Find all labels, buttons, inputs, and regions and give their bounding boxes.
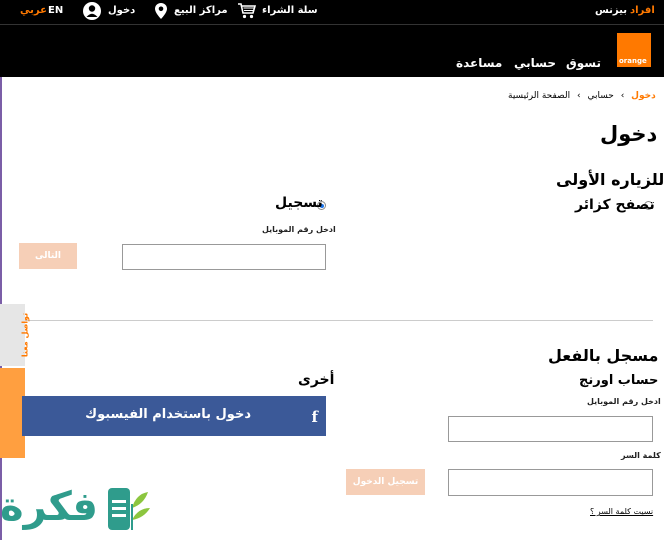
facebook-icon: f [311, 408, 318, 426]
location-pin-icon[interactable] [155, 3, 167, 19]
user-icon[interactable] [82, 1, 102, 21]
login-button[interactable]: تسجيل الدخول [346, 469, 425, 495]
register-mobile-label: ادخل رقم الموبايل [262, 225, 336, 234]
cart-link[interactable]: سلة الشراء [262, 4, 318, 18]
orange-account-heading: حساب اورنج [579, 373, 659, 388]
next-button[interactable]: التالى [19, 243, 77, 269]
other-heading: أخرى [298, 372, 335, 388]
orange-logo[interactable]: orange [617, 33, 651, 67]
forgot-password-link[interactable]: نسيت كلمة السر ؟ [590, 507, 653, 516]
password-label: كلمة السر [621, 451, 661, 460]
language-arabic-link[interactable]: عربي [20, 4, 47, 18]
mobile-label: ادخل رقم الموبايل [587, 397, 661, 406]
page-title: دخول [600, 122, 658, 146]
book-leaf-icon [104, 482, 154, 534]
guest-option-label[interactable]: تصفح كزائر [575, 197, 655, 213]
nav-account[interactable]: حسابي [514, 56, 556, 70]
breadcrumb-account[interactable]: حسابي [587, 91, 613, 101]
first-visit-heading: للزياره الأولى [556, 170, 664, 189]
stores-link[interactable]: مراكز البيع [174, 4, 228, 18]
main-navbar [0, 24, 664, 77]
login-link[interactable]: دخول [108, 4, 135, 18]
register-option-label[interactable]: تسجيل [275, 195, 323, 211]
individuals-link[interactable]: افراد [630, 4, 655, 18]
cart-icon[interactable] [238, 3, 257, 19]
watermark-text: فكرة [0, 484, 98, 530]
breadcrumb: دخول › حسابي › الصفحة الرئيسية [508, 91, 656, 101]
window-edge [0, 0, 2, 540]
breadcrumb-home[interactable]: الصفحة الرئيسية [508, 91, 570, 101]
nav-shop[interactable]: تسوق [566, 56, 601, 70]
registered-heading: مسجل بالفعل [548, 346, 659, 365]
top-utility-bar: عربي EN دخول مراكز البيع سلة الشراء بيزن… [0, 0, 664, 24]
logo-text: orange [619, 57, 647, 65]
password-input[interactable] [448, 469, 653, 496]
business-link[interactable]: بيزنس [595, 4, 627, 18]
contact-us-tab[interactable]: تواصل معنا [0, 304, 30, 366]
mobile-input[interactable] [448, 416, 653, 442]
section-divider [20, 320, 653, 321]
nav-help[interactable]: مساعدة [456, 56, 502, 70]
register-mobile-input[interactable] [122, 244, 326, 270]
language-english-link[interactable]: EN [48, 4, 63, 18]
breadcrumb-current: دخول [631, 91, 656, 101]
facebook-login-label: دخول باستخدام الفيسبوك [85, 407, 251, 422]
watermark-logo: فكرة [0, 478, 156, 540]
facebook-login-button[interactable]: دخول باستخدام الفيسبوك f [22, 396, 326, 436]
